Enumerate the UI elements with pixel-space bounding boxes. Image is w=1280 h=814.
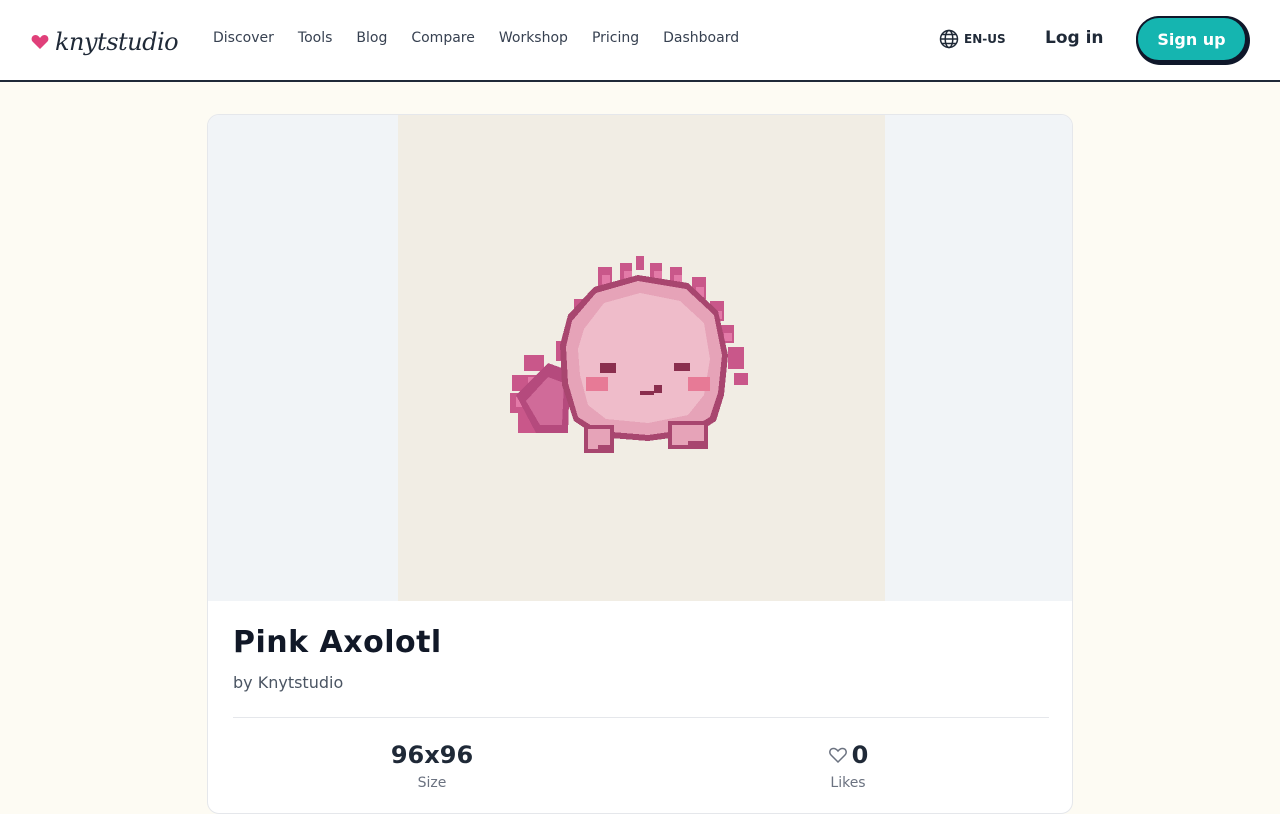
size-value: 96x96: [390, 741, 474, 769]
locale-label: EN-US: [964, 32, 1006, 46]
nav-discover[interactable]: Discover: [213, 30, 274, 46]
divider: [233, 717, 1049, 718]
main-nav: Discover Tools Blog Compare Workshop Pri…: [213, 30, 739, 46]
likes-stat: 0 Likes: [748, 741, 948, 791]
pixel-art-canvas: [398, 115, 885, 601]
artwork-title: Pink Axolotl: [233, 625, 442, 660]
likes-value-row: 0: [748, 741, 948, 769]
axolotl-artwork: [510, 256, 748, 453]
brand-logo[interactable]: knytstudio: [31, 24, 179, 60]
artwork-author[interactable]: by Knytstudio: [233, 673, 1049, 692]
locale-selector[interactable]: EN-US: [939, 29, 1006, 49]
nav-workshop[interactable]: Workshop: [499, 30, 568, 46]
likes-count: 0: [851, 741, 869, 769]
site-header: knytstudio Discover Tools Blog Compare W…: [0, 0, 1280, 82]
globe-icon: [939, 29, 959, 49]
brand-name: knytstudio: [55, 28, 179, 56]
nav-dashboard[interactable]: Dashboard: [663, 30, 739, 46]
likes-label: Likes: [830, 775, 866, 791]
size-label: Size: [417, 775, 447, 791]
size-stat: 96x96 Size: [332, 741, 532, 791]
signup-button-shadow: Sign up: [1136, 16, 1250, 65]
heart-outline-icon[interactable]: [828, 745, 848, 765]
nav-tools[interactable]: Tools: [298, 30, 333, 46]
artwork-card: Pink Axolotl by Knytstudio 96x96 Size 0 …: [207, 114, 1073, 814]
nav-compare[interactable]: Compare: [411, 30, 475, 46]
nav-pricing[interactable]: Pricing: [592, 30, 639, 46]
login-button[interactable]: Log in: [1045, 28, 1104, 48]
artwork-preview: [208, 115, 1072, 601]
heart-icon: [31, 35, 49, 49]
signup-button[interactable]: Sign up: [1136, 16, 1247, 62]
nav-blog[interactable]: Blog: [356, 30, 387, 46]
artwork-info: Pink Axolotl by Knytstudio: [233, 625, 1049, 692]
